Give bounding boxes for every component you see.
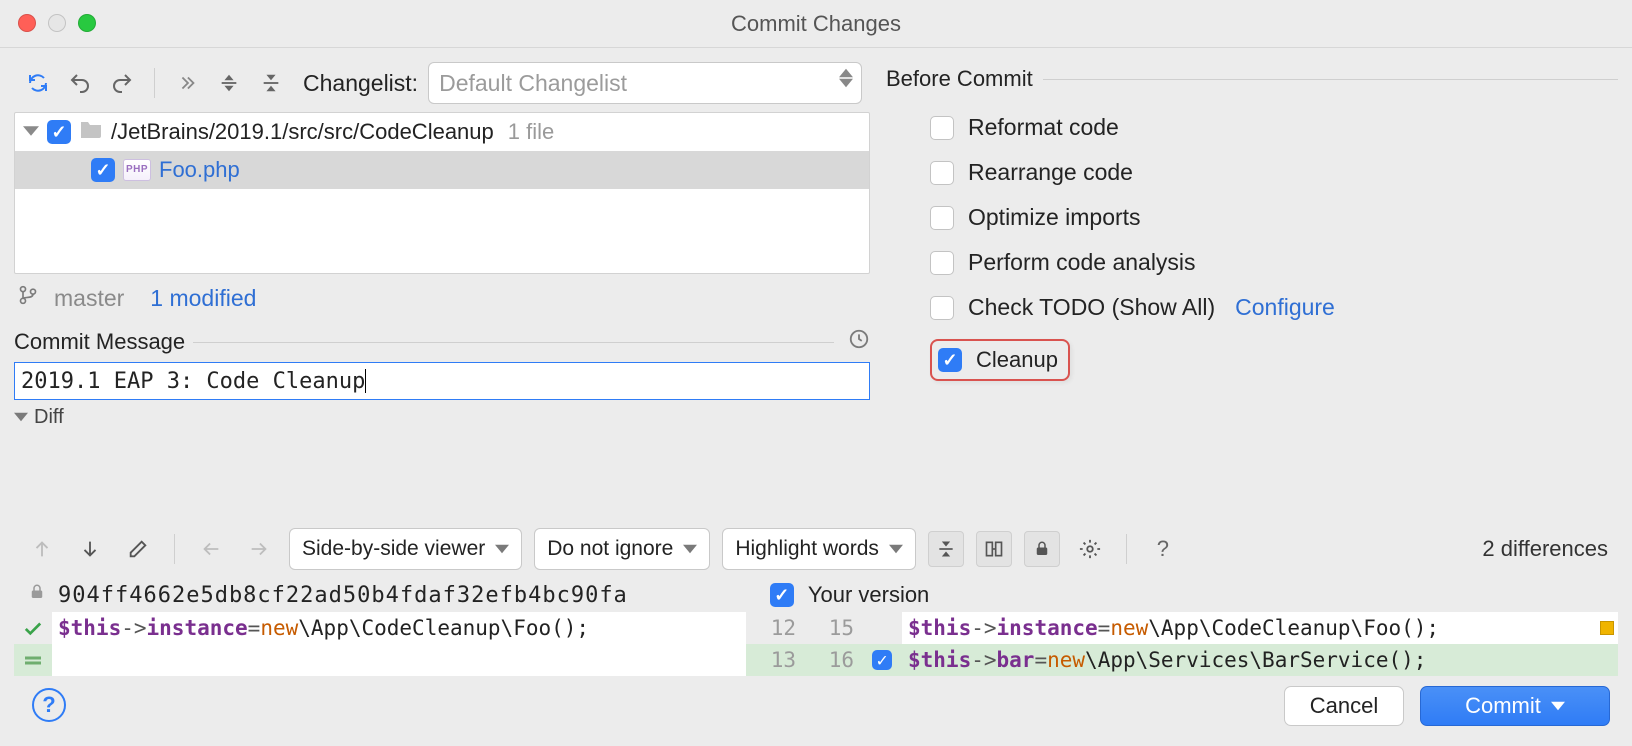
branch-bar: master 1 modified xyxy=(14,274,870,326)
help-icon[interactable]: ? xyxy=(32,688,66,722)
nav-forward-icon[interactable] xyxy=(241,531,277,567)
reformat-code-option[interactable]: Reformat code xyxy=(930,114,1618,141)
file-name: Foo.php xyxy=(159,157,240,183)
line-number: 16 xyxy=(804,644,862,676)
stepper-icon xyxy=(839,68,853,88)
changes-tree[interactable]: /JetBrains/2019.1/src/src/CodeCleanup 1 … xyxy=(14,112,870,274)
chevron-down-icon[interactable] xyxy=(14,406,28,429)
window-minimize-icon xyxy=(48,14,66,32)
diff-count: 2 differences xyxy=(1482,536,1608,562)
diff-side-by-side[interactable]: $this->instance = new \App\CodeCleanup\F… xyxy=(14,612,1618,676)
code-analysis-option[interactable]: Perform code analysis xyxy=(930,249,1618,276)
diff-viewer-mode-dropdown[interactable]: Side-by-side viewer xyxy=(289,528,522,570)
commit-message-title: Commit Message xyxy=(14,329,185,355)
changelist-dropdown[interactable]: Default Changelist xyxy=(428,62,862,104)
collapse-unchanged-icon[interactable] xyxy=(928,531,964,567)
commit-message-text: 2019.1 EAP 3: Code Cleanup xyxy=(21,369,365,394)
window-close-icon[interactable] xyxy=(18,14,36,32)
line-number: 12 xyxy=(746,612,804,644)
folder-meta: 1 file xyxy=(508,119,554,145)
branch-name[interactable]: master xyxy=(54,285,124,312)
chevrons-right-icon[interactable] xyxy=(171,67,203,99)
modified-link[interactable]: 1 modified xyxy=(150,285,256,312)
left-code-line: $this->instance = new \App\CodeCleanup\F… xyxy=(52,612,746,644)
arrow-up-icon[interactable] xyxy=(24,531,60,567)
lock-icon[interactable] xyxy=(1024,531,1060,567)
refresh-icon[interactable] xyxy=(22,67,54,99)
gear-icon[interactable] xyxy=(1072,531,1108,567)
expand-all-icon[interactable] xyxy=(213,67,245,99)
before-commit-title: Before Commit xyxy=(886,66,1033,92)
optimize-imports-option[interactable]: Optimize imports xyxy=(930,204,1618,231)
configure-link[interactable]: Configure xyxy=(1235,294,1335,321)
tree-folder-row[interactable]: /JetBrains/2019.1/src/src/CodeCleanup 1 … xyxy=(15,113,869,151)
right-code-line: $this->bar = new \App\Services\BarServic… xyxy=(902,644,1596,676)
checkbox-icon[interactable] xyxy=(938,348,962,372)
titlebar: Commit Changes xyxy=(0,0,1632,48)
file-checkbox[interactable] xyxy=(91,158,115,182)
arrow-down-icon[interactable] xyxy=(72,531,108,567)
cleanup-option[interactable]: Cleanup xyxy=(930,339,1070,381)
commit-message-input[interactable]: 2019.1 EAP 3: Code Cleanup xyxy=(14,362,870,400)
php-file-icon: PHP xyxy=(123,159,151,181)
history-icon[interactable] xyxy=(848,328,870,356)
help-icon[interactable]: ? xyxy=(1145,531,1181,567)
check-todo-option[interactable]: Check TODO (Show All)Configure xyxy=(930,294,1618,321)
folder-checkbox[interactable] xyxy=(47,120,71,144)
edit-icon[interactable] xyxy=(120,531,156,567)
undo-icon[interactable] xyxy=(64,67,96,99)
branch-icon xyxy=(18,284,38,312)
rearrange-code-option[interactable]: Rearrange code xyxy=(930,159,1618,186)
diff-section-title: Diff xyxy=(34,406,64,429)
line-number: 13 xyxy=(746,644,804,676)
commit-button[interactable]: Commit xyxy=(1420,686,1610,726)
changes-toolbar: Changelist: Default Changelist xyxy=(14,56,870,112)
left-code-line xyxy=(52,644,746,676)
checkbox-icon[interactable] xyxy=(930,206,954,230)
your-version-checkbox[interactable] xyxy=(770,583,794,607)
window-title: Commit Changes xyxy=(731,11,901,37)
checkbox-icon[interactable] xyxy=(930,116,954,140)
checkbox-icon[interactable] xyxy=(930,161,954,185)
line-number: 15 xyxy=(804,612,862,644)
warning-marker-icon[interactable] xyxy=(1596,612,1618,644)
folder-path: /JetBrains/2019.1/src/src/CodeCleanup xyxy=(111,119,494,145)
folder-icon xyxy=(79,119,103,145)
lock-icon xyxy=(28,582,46,608)
diff-highlight-dropdown[interactable]: Highlight words xyxy=(722,528,916,570)
chevron-down-icon[interactable] xyxy=(23,119,39,145)
apply-chunk-checkbox[interactable] xyxy=(872,650,892,670)
redo-icon[interactable] xyxy=(106,67,138,99)
left-revision-hash: 904ff4662e5db8cf22ad50b4fdaf32efb4bc90fa xyxy=(58,583,628,608)
diff-toolbar: Side-by-side viewer Do not ignore Highli… xyxy=(14,524,1618,574)
checkbox-icon[interactable] xyxy=(930,251,954,275)
right-revision-title: Your version xyxy=(808,582,929,608)
collapse-all-icon[interactable] xyxy=(255,67,287,99)
checkbox-icon[interactable] xyxy=(930,296,954,320)
changelist-label: Changelist: xyxy=(303,70,418,97)
diff-ignore-dropdown[interactable]: Do not ignore xyxy=(534,528,710,570)
sync-scroll-icon[interactable] xyxy=(976,531,1012,567)
window-zoom-icon[interactable] xyxy=(78,14,96,32)
changelist-selected: Default Changelist xyxy=(439,70,627,97)
tree-file-row[interactable]: PHP Foo.php xyxy=(15,151,869,189)
cancel-button[interactable]: Cancel xyxy=(1284,686,1404,726)
right-code-line: $this->instance = new \App\CodeCleanup\F… xyxy=(902,612,1596,644)
nav-back-icon[interactable] xyxy=(193,531,229,567)
